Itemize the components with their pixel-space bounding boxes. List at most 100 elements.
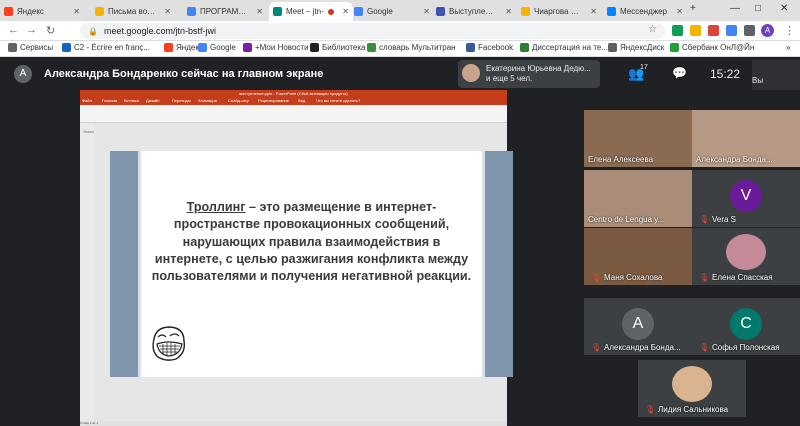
people-count: 17 — [640, 64, 648, 71]
participant-tile[interactable]: Александра Бонда... — [692, 110, 800, 167]
mic-off-icon: 🎙 — [699, 343, 710, 352]
slide-right-stripe — [482, 151, 485, 377]
extension-icon[interactable] — [672, 25, 683, 36]
participant-tile[interactable]: Centro de Lengua y... — [584, 170, 692, 227]
ppt-ribbon-tab[interactable]: Главная — [102, 98, 117, 103]
back-arrow-icon[interactable]: ← — [8, 24, 19, 36]
participant-name: Vera S — [712, 215, 737, 224]
mic-off-icon: 🎙 — [591, 273, 602, 282]
minimize-icon[interactable]: — — [730, 3, 740, 14]
troll-face-image — [152, 326, 186, 361]
forward-arrow-icon[interactable]: → — [26, 24, 37, 36]
participant-tile[interactable]: Елена Алексеева — [584, 110, 692, 167]
extension-icon[interactable] — [726, 25, 737, 36]
close-tab-icon[interactable]: ✕ — [342, 7, 349, 16]
ppt-ribbon-tab[interactable]: Файл — [82, 98, 92, 103]
bookmark-label: Диссертация на те... — [532, 43, 609, 52]
ppt-ribbon-tab[interactable]: Вставка — [124, 98, 139, 103]
tab-title: Письма вопро — [108, 7, 156, 16]
tab-title: ПРОГРАММА — [200, 7, 248, 16]
bookmark-label: словарь Мультитран — [379, 43, 456, 52]
ppt-slide-canvas: Троллинг – это размещение в интернет-про… — [94, 123, 513, 421]
bookmark-label: +Мои Новости — [255, 43, 309, 52]
close-tab-icon[interactable]: ✕ — [590, 7, 597, 16]
participant-tile[interactable]: 🎙 Лидия Сальникова — [638, 360, 746, 417]
profile-avatar[interactable]: A — [761, 24, 774, 37]
close-tab-icon[interactable]: ✕ — [505, 7, 512, 16]
tab-title: Чиаргова 22.10 — [534, 7, 582, 16]
browser-tab[interactable]: Google ✕ — [350, 2, 434, 21]
browser-tab[interactable]: Мессенджер ✕ — [603, 2, 687, 21]
close-tab-icon[interactable]: ✕ — [73, 7, 80, 16]
tab-favicon-icon — [521, 7, 530, 16]
participant-tile[interactable]: A 🎙 Александра Бонда... — [584, 298, 692, 355]
ppt-ribbon-tab[interactable]: Переходы — [172, 98, 191, 103]
bookmark-favicon-icon — [367, 43, 376, 52]
participant-photo — [672, 366, 712, 402]
bookmarks-bar: Сервисы C2 - Écrire en franç... Яндекс Goog… — [0, 41, 800, 57]
clock: 15:22 — [710, 67, 741, 81]
participant-tile[interactable]: 🎙 Елена Спасская — [692, 228, 800, 285]
bookmark-item[interactable]: Сбербанк ОнЛ@Йн — [670, 43, 754, 52]
participant-avatar: V — [730, 180, 762, 212]
bookmark-favicon-icon — [243, 43, 252, 52]
tab-title: Яндекс — [17, 7, 44, 16]
maximize-icon[interactable]: □ — [755, 3, 761, 14]
bookmark-item[interactable]: Google — [198, 43, 236, 52]
tab-favicon-icon — [354, 7, 363, 16]
bookmark-label: Сервисы — [20, 43, 54, 52]
participant-tile[interactable]: V 🎙 Vera S — [692, 170, 800, 227]
bookmark-label: Библиотека — [322, 43, 366, 52]
powerpoint-window: выступление.pptx - PowerPoint (Сбой акти… — [80, 90, 513, 426]
browser-tab[interactable]: ПРОГРАММА ✕ — [183, 2, 267, 21]
close-tab-icon[interactable]: ✕ — [676, 7, 683, 16]
close-tab-icon[interactable]: ✕ — [164, 7, 171, 16]
self-view-tile[interactable]: Вы — [752, 60, 800, 90]
people-card-line2: и еще 5 чел. — [486, 74, 533, 83]
participant-tile[interactable]: 🎙 Маня Сохалова — [584, 228, 692, 285]
browser-tab[interactable]: Чиаргова 22.10 ✕ — [517, 2, 601, 21]
bookmark-item[interactable]: Сервисы — [8, 43, 53, 52]
reload-icon[interactable]: ↻ — [46, 24, 55, 37]
close-tab-icon[interactable]: ✕ — [256, 7, 263, 16]
star-icon[interactable]: ☆ — [648, 24, 657, 35]
participant-tile[interactable]: C 🎙 Софья Полонская — [692, 298, 800, 355]
ppt-ribbon-tab[interactable]: Слайд-шоу — [228, 98, 249, 103]
ppt-ribbon-tab[interactable]: Дизайн — [146, 98, 159, 103]
extension-icon[interactable] — [708, 25, 719, 36]
browser-tab[interactable]: Письма вопро ✕ — [91, 2, 175, 21]
people-joined-card[interactable]: Екатерина Юрьевна Дедю... и еще 5 чел. — [458, 60, 600, 88]
bookmark-item[interactable]: Библиотека — [310, 43, 366, 52]
bookmark-item[interactable]: ЯндексДиск — [608, 43, 664, 52]
menu-dots-icon[interactable]: ⋮ — [784, 24, 795, 37]
bookmark-item[interactable]: +Мои Новости — [243, 43, 309, 52]
ppt-ribbon-tab[interactable]: Вид — [298, 98, 305, 103]
mic-off-icon: 🎙 — [699, 273, 710, 282]
bookmark-favicon-icon — [310, 43, 319, 52]
puzzle-icon[interactable] — [744, 25, 755, 36]
tab-favicon-icon — [273, 7, 282, 16]
bookmark-item[interactable]: словарь Мультитран — [367, 43, 456, 52]
extension-icon[interactable] — [690, 25, 701, 36]
participant-avatar: C — [730, 308, 762, 340]
ppt-ribbon-tab[interactable]: Анимация — [198, 98, 217, 103]
slide-definition: Троллинг – это размещение в интернет-про… — [150, 199, 473, 285]
participant-name: Елена Спасская — [712, 273, 773, 282]
bookmark-item[interactable]: Диссертация на те... — [520, 43, 608, 52]
tab-favicon-icon — [436, 7, 445, 16]
ppt-ribbon-tab[interactable]: Что вы хотите сделать? — [316, 98, 360, 103]
ppt-ribbon-tab[interactable]: Рецензирование — [258, 98, 289, 103]
address-bar[interactable]: 🔒 meet.google.com/jtn-bstf-jwi — [80, 23, 665, 39]
close-tab-icon[interactable]: ✕ — [423, 7, 430, 16]
browser-tab[interactable]: Meet – jtn- ✕ — [269, 2, 353, 21]
close-window-icon[interactable]: ✕ — [780, 3, 788, 14]
browser-tab[interactable]: Яндекс ✕ — [0, 2, 84, 21]
participant-photo — [462, 64, 480, 82]
chat-icon[interactable]: 💬 — [672, 66, 687, 80]
bookmark-item[interactable]: C2 - Écrire en franç... — [62, 43, 150, 52]
browser-tab[interactable]: Выступление ✕ — [432, 2, 516, 21]
self-label: Вы — [752, 76, 764, 85]
bookmark-item[interactable]: Facebook — [466, 43, 513, 52]
new-tab-button[interactable]: + — [690, 3, 696, 14]
bookmarks-overflow-button[interactable]: » — [786, 43, 790, 52]
